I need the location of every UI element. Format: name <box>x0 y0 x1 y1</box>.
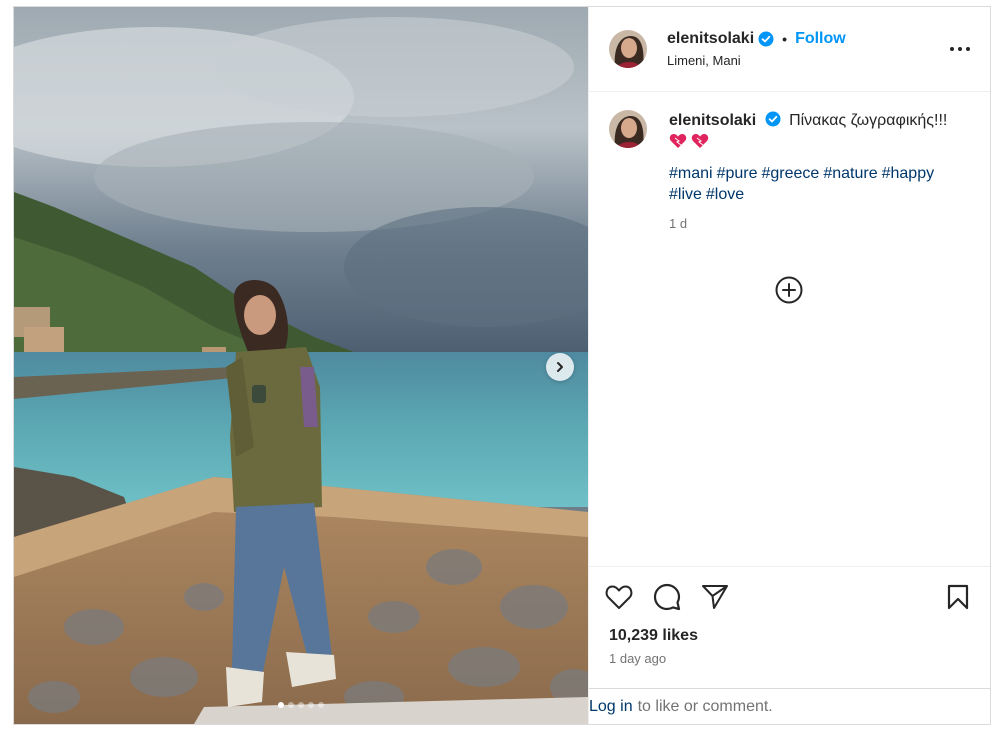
carousel-dot-active <box>278 702 284 708</box>
verified-badge-icon <box>765 111 781 127</box>
post-date[interactable]: 1 day ago <box>609 651 970 666</box>
post-side-panel: elenitsolaki • Follow Limeni, Mani eleni… <box>588 7 990 724</box>
hashtag-link[interactable]: #greece <box>762 165 820 182</box>
hashtag-link[interactable]: #happy <box>882 165 935 182</box>
author-avatar[interactable] <box>609 30 647 68</box>
carousel-next-button[interactable] <box>546 353 574 381</box>
carousel-next-icon <box>557 362 563 372</box>
verified-badge-icon <box>758 31 774 47</box>
caption-time: 1 d <box>669 216 688 231</box>
caption: elenitsolaki Πίνακας ζωγραφικής!!! #mani… <box>609 110 970 234</box>
more-options-icon <box>950 47 970 51</box>
follow-button[interactable]: Follow <box>795 30 846 48</box>
save-icon <box>947 584 969 610</box>
comments-area: elenitsolaki Πίνακας ζωγραφικής!!! #mani… <box>589 92 990 566</box>
post-header: elenitsolaki • Follow Limeni, Mani <box>589 7 990 92</box>
hashtag-link[interactable]: #live <box>669 186 702 203</box>
login-prompt: Log in to like or comment. <box>589 688 990 724</box>
header-line: elenitsolaki • Follow <box>667 30 948 48</box>
save-button[interactable] <box>942 581 974 613</box>
caption-username[interactable]: elenitsolaki <box>669 112 756 129</box>
post-photo <box>14 7 588 724</box>
post-card: elenitsolaki • Follow Limeni, Mani eleni… <box>13 6 991 725</box>
comment-icon <box>653 583 681 611</box>
header-text: elenitsolaki • Follow Limeni, Mani <box>667 30 948 68</box>
hashtag-link[interactable]: #pure <box>717 165 758 182</box>
load-more-comments-button[interactable] <box>773 274 805 306</box>
hashtag-link[interactable]: #mani <box>669 165 713 182</box>
carousel-dot <box>288 702 294 708</box>
carousel-dot <box>308 702 314 708</box>
avatar-image <box>609 30 647 68</box>
likes-count[interactable]: 10,239 likes <box>609 627 970 645</box>
caption-body: elenitsolaki Πίνακας ζωγραφικής!!! #mani… <box>669 110 947 234</box>
login-prompt-text: to like or comment. <box>637 697 773 715</box>
carousel-indicator <box>14 702 588 708</box>
post-media[interactable] <box>14 7 588 724</box>
author-username[interactable]: elenitsolaki <box>667 30 754 48</box>
hashtag-link[interactable]: #love <box>706 186 744 203</box>
hashtag-link[interactable]: #nature <box>823 165 877 182</box>
more-options-button[interactable] <box>948 37 972 61</box>
share-icon <box>702 585 728 609</box>
login-link[interactable]: Log in <box>589 698 633 716</box>
caption-text: Πίνακας ζωγραφικής!!! <box>789 112 948 129</box>
load-more-comments-icon <box>775 276 803 304</box>
heart-icon <box>691 134 709 148</box>
comment-button[interactable] <box>651 581 683 613</box>
avatar-image <box>609 110 647 148</box>
separator-dot: • <box>782 31 788 47</box>
like-button[interactable] <box>603 581 635 613</box>
heart-icon <box>669 134 687 148</box>
actions-area: 10,239 likes 1 day ago <box>589 566 990 692</box>
share-button[interactable] <box>699 581 731 613</box>
action-bar <box>605 581 970 613</box>
caption-emojis <box>669 133 947 149</box>
caption-line: elenitsolaki Πίνακας ζωγραφικής!!! <box>669 110 947 131</box>
post-location[interactable]: Limeni, Mani <box>667 53 948 68</box>
hashtag-list: #mani #pure #greece #nature #happy #live #love <box>669 163 947 205</box>
carousel-dot <box>318 702 324 708</box>
like-icon <box>605 585 633 609</box>
carousel-dot <box>298 702 304 708</box>
caption-avatar[interactable] <box>609 110 647 148</box>
